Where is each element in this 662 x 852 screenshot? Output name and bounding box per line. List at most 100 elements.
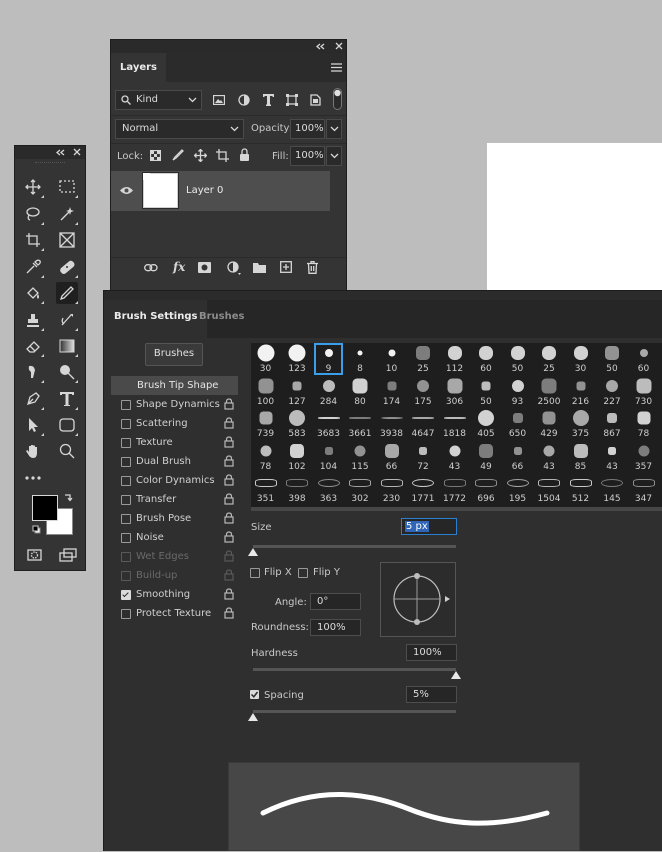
brush-option-noise[interactable]: Noise	[111, 528, 238, 547]
brush-tip[interactable]: 284	[314, 376, 343, 408]
tab-layers[interactable]: Layers	[111, 53, 166, 82]
brush-tip[interactable]: 72	[409, 441, 438, 473]
brush-option-dual-brush[interactable]: Dual Brush	[111, 452, 238, 471]
brush-tip[interactable]: 50	[472, 376, 501, 408]
crop-tool[interactable]	[22, 229, 44, 251]
opacity-dropdown[interactable]	[326, 119, 342, 139]
brush-tip[interactable]: 357	[629, 441, 658, 473]
close-icon[interactable]	[335, 42, 343, 50]
lock-all-icon[interactable]	[239, 148, 250, 161]
option-checkbox[interactable]	[121, 590, 131, 600]
link-layers-icon[interactable]	[144, 264, 158, 272]
roundness-input[interactable]: 100%	[310, 619, 361, 636]
brush-tip[interactable]: 115	[346, 441, 375, 473]
close-icon[interactable]	[73, 148, 81, 156]
option-checkbox[interactable]	[121, 438, 131, 448]
brush-tip[interactable]: 739	[251, 408, 280, 440]
brush-tip[interactable]: 30	[566, 343, 595, 375]
option-checkbox[interactable]	[121, 514, 131, 524]
shape-layer-filter-icon[interactable]	[286, 94, 298, 106]
frame-tool[interactable]	[56, 229, 78, 251]
canvas-document[interactable]	[487, 143, 662, 293]
brushes-button[interactable]: Brushes	[145, 343, 203, 366]
delete-layer-icon[interactable]	[307, 261, 318, 274]
brush-tip[interactable]: 730	[629, 376, 658, 408]
history-brush-tool[interactable]	[56, 309, 78, 331]
brush-option-shape-dynamics[interactable]: Shape Dynamics	[111, 395, 238, 414]
hardness-input[interactable]: 100%	[406, 644, 457, 661]
shape-tool[interactable]	[56, 414, 78, 436]
brush-tip[interactable]: 145	[598, 473, 627, 505]
lock-icon[interactable]	[224, 588, 234, 600]
tab-brushes[interactable]: Brushes	[189, 300, 254, 338]
brush-tip[interactable]: 104	[314, 441, 343, 473]
brush-tip[interactable]: 429	[535, 408, 564, 440]
brush-tip[interactable]: 3683	[314, 408, 343, 440]
brush-tip-selected[interactable]: 9	[314, 343, 343, 375]
brush-tip[interactable]: 363	[314, 473, 343, 505]
brush-tip[interactable]: 1818	[440, 408, 469, 440]
tools-grip[interactable]	[35, 162, 65, 166]
brush-tip[interactable]: 306	[440, 376, 469, 408]
hand-tool[interactable]	[22, 440, 44, 462]
lock-icon[interactable]	[224, 474, 234, 486]
eraser-tool[interactable]	[22, 335, 44, 357]
brush-tip[interactable]: 112	[440, 343, 469, 375]
layer-row[interactable]: Layer 0	[111, 171, 330, 211]
size-input[interactable]: 5 px	[401, 518, 457, 535]
brush-tip[interactable]: 78	[251, 441, 280, 473]
brush-tip[interactable]: 43	[440, 441, 469, 473]
lock-transparent-pixels-icon[interactable]	[150, 150, 161, 161]
type-tool[interactable]	[56, 388, 78, 410]
flip-y-checkbox[interactable]	[298, 568, 308, 578]
brush-tip[interactable]: 30	[251, 343, 280, 375]
option-checkbox[interactable]	[121, 533, 131, 543]
tools-panel-header[interactable]	[15, 146, 85, 159]
brush-tip[interactable]: 347	[629, 473, 658, 505]
pen-tool[interactable]	[22, 388, 44, 410]
fill-input[interactable]: 100%	[290, 146, 325, 166]
brush-tip[interactable]: 583	[283, 408, 312, 440]
lock-icon[interactable]	[224, 493, 234, 505]
swap-colors-icon[interactable]	[63, 493, 73, 503]
brush-option-texture[interactable]: Texture	[111, 433, 238, 452]
adjustment-layer-filter-icon[interactable]	[238, 94, 250, 106]
pixel-layer-filter-icon[interactable]	[213, 95, 225, 105]
brush-option-brush-pose[interactable]: Brush Pose	[111, 509, 238, 528]
option-checkbox[interactable]	[121, 571, 131, 581]
lock-icon[interactable]	[224, 417, 234, 429]
collapse-icon[interactable]	[55, 149, 65, 156]
brush-tip[interactable]: 80	[346, 376, 375, 408]
brush-tip[interactable]: 650	[503, 408, 532, 440]
paint-bucket-tool[interactable]	[22, 282, 44, 304]
brush-option-color-dynamics[interactable]: Color Dynamics	[111, 471, 238, 490]
angle-roundness-widget[interactable]	[380, 562, 456, 637]
hardness-slider-track[interactable]	[253, 668, 456, 671]
brush-tip[interactable]: 43	[535, 441, 564, 473]
lock-icon[interactable]	[224, 569, 234, 581]
option-checkbox[interactable]	[121, 552, 131, 562]
brush-tip[interactable]: 25	[409, 343, 438, 375]
lasso-tool[interactable]	[22, 203, 44, 225]
lock-icon[interactable]	[224, 455, 234, 467]
panel-menu-icon[interactable]	[331, 63, 342, 72]
type-layer-filter-icon[interactable]	[263, 94, 274, 106]
lock-icon[interactable]	[224, 531, 234, 543]
quick-mask-icon[interactable]	[27, 549, 42, 561]
brush-option-smoothing[interactable]: Smoothing	[111, 585, 238, 604]
brush-option-wet-edges[interactable]: Wet Edges	[111, 547, 238, 566]
brush-tip[interactable]: 512	[566, 473, 595, 505]
dodge-tool[interactable]	[56, 361, 78, 383]
size-slider-thumb[interactable]	[248, 548, 258, 556]
option-checkbox[interactable]	[121, 457, 131, 467]
new-group-folder-icon[interactable]	[253, 262, 266, 273]
stamp-tool[interactable]	[22, 309, 44, 331]
lock-icon[interactable]	[224, 607, 234, 619]
layers-panel-header[interactable]	[111, 40, 346, 53]
brush-tip[interactable]: 1772	[440, 473, 469, 505]
brush-tip[interactable]: 49	[472, 441, 501, 473]
screen-mode-icon[interactable]	[59, 548, 77, 562]
brush-tip[interactable]: 50	[598, 343, 627, 375]
spacing-checkbox[interactable]	[250, 690, 259, 699]
foreground-color-swatch[interactable]	[32, 495, 58, 521]
